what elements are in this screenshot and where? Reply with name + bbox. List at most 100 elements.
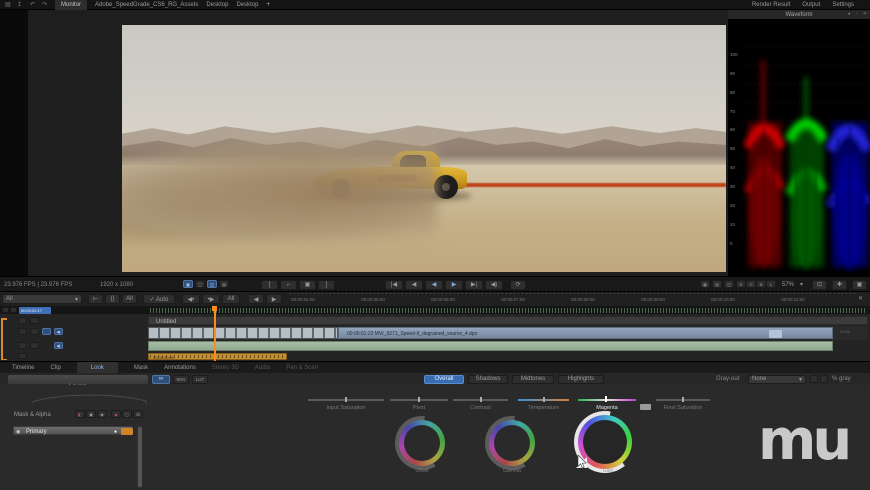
mark-in-button[interactable]: [ xyxy=(261,280,278,290)
range-tab-overall[interactable]: Overall xyxy=(424,375,464,384)
scroll-right-button[interactable]: ▶ xyxy=(266,294,282,304)
track2-audio-icon[interactable]: ◀) xyxy=(54,328,63,335)
scope-mode-1[interactable]: ▦ xyxy=(700,280,710,288)
scope-header[interactable]: Waveform ◂ ▫ ✕ xyxy=(728,10,870,20)
zoom-level[interactable]: 57% xyxy=(782,282,794,288)
grayout-opt-icon[interactable] xyxy=(810,375,818,383)
fit-view-button[interactable]: ⊡ xyxy=(812,280,827,290)
look-preview-button[interactable]: ∞ xyxy=(152,375,170,384)
audio-overview[interactable] xyxy=(150,308,866,313)
nav-range-button[interactable]: () xyxy=(105,294,120,304)
export-icon[interactable]: ↥ xyxy=(17,2,22,8)
layers-header[interactable]: Layers xyxy=(8,375,148,384)
slider-final-saturation[interactable]: Final Saturation xyxy=(656,399,710,413)
playhead[interactable] xyxy=(212,306,217,361)
tab-mask[interactable]: Mask xyxy=(134,365,148,371)
view-image-button[interactable]: ▨ xyxy=(219,280,229,288)
scope-close-icon[interactable]: ✕ xyxy=(863,12,867,17)
primary-layer-row[interactable]: ◉ Primary ● Input xyxy=(13,426,133,435)
slider-contrast[interactable]: Contrast xyxy=(453,399,508,413)
layers-scrollbar-thumb[interactable] xyxy=(138,427,142,487)
scope-dock-icon[interactable]: ▫ xyxy=(856,12,858,17)
scope-mode-2[interactable]: ▤ xyxy=(712,280,722,288)
nav-in-button[interactable]: ⊢ xyxy=(88,294,103,304)
view-single-button[interactable]: ◯ xyxy=(195,280,205,288)
audio-mute-button[interactable]: ◀) xyxy=(485,280,503,290)
current-timecode-box[interactable]: 00:00:02:17 xyxy=(19,307,51,314)
mark-frame-button[interactable]: ▣ xyxy=(299,280,316,290)
scope-prev-icon[interactable]: ◂ xyxy=(847,12,850,17)
play-reverse-button[interactable]: ◀ xyxy=(425,280,443,290)
track1-folder-icon[interactable] xyxy=(30,317,39,324)
strip-icon-1[interactable] xyxy=(2,307,9,313)
undo-icon[interactable]: ↶ xyxy=(30,2,35,8)
video-clip[interactable]: 00:00:01:23 MVI_9271_Speed-It_degrained_… xyxy=(338,327,833,339)
tab-desktop-2[interactable]: Desktop xyxy=(236,2,258,8)
tab-annotations[interactable]: Annotations xyxy=(164,365,196,371)
offset-wheel[interactable] xyxy=(395,416,449,470)
auto-toggle[interactable]: ✓ Auto xyxy=(143,294,175,304)
mask-tool-2[interactable]: ▣ xyxy=(86,410,96,418)
channel-r-button[interactable]: R xyxy=(736,280,746,288)
track2-visibility-icon[interactable] xyxy=(18,328,27,335)
range-tab-shadows[interactable]: Shadows xyxy=(468,375,508,384)
goto-in-button[interactable]: ⌐ xyxy=(280,280,297,290)
gamma-wheel[interactable] xyxy=(485,416,539,470)
range-tab-highlights[interactable]: Highlights xyxy=(558,375,604,384)
clip-thumbnails[interactable] xyxy=(148,327,338,339)
layer-eye-icon[interactable]: ◉ xyxy=(16,429,20,435)
goto-end-button[interactable]: ▶| xyxy=(465,280,483,290)
play-button[interactable]: ▶ xyxy=(445,280,463,290)
clip-filter-dropdown[interactable]: All ▾ xyxy=(2,294,82,304)
tab-render-result[interactable]: Render Result xyxy=(752,2,790,8)
slider-temperature[interactable]: Temperature xyxy=(518,399,569,413)
tab-settings[interactable]: Settings xyxy=(832,2,854,8)
range-tab-midtones[interactable]: Midtones xyxy=(512,375,554,384)
tab-desktop-1[interactable]: Desktop xyxy=(206,2,228,8)
mask-tool-6[interactable]: ⊞ xyxy=(133,410,143,418)
slider-input-saturation[interactable]: Input Saturation xyxy=(308,399,384,413)
scroll-left-button[interactable]: ◀ xyxy=(248,294,264,304)
mark-out-button[interactable]: ] xyxy=(318,280,335,290)
view-split-button[interactable]: ◫ xyxy=(207,280,217,288)
mask-tool-3[interactable]: ◉ xyxy=(97,410,107,418)
channel-l-button[interactable]: L xyxy=(766,280,776,288)
grayout-dropdown[interactable]: None ▾ xyxy=(748,375,806,384)
track3-folder-icon[interactable] xyxy=(30,342,39,349)
goto-start-button[interactable]: |◀ xyxy=(385,280,403,290)
show-all-button[interactable]: All xyxy=(222,294,240,304)
tab-monitor[interactable]: Monitor xyxy=(55,0,87,10)
layer-solo-dot[interactable]: ● xyxy=(114,429,117,435)
open-icon[interactable]: ▤ xyxy=(5,2,11,8)
mask-tool-1[interactable]: ◧ xyxy=(75,410,85,418)
track-name-row[interactable]: Untitled xyxy=(148,316,868,325)
ruler-close-icon[interactable]: ✕ xyxy=(858,296,863,302)
grade-clip[interactable]: 00:00:00:00 xyxy=(148,353,287,360)
pan-view-button[interactable]: ✚ xyxy=(832,280,847,290)
add-tab-button[interactable]: + xyxy=(266,2,270,8)
track3-audio-icon[interactable]: ◀) xyxy=(54,342,63,349)
scope-mode-3[interactable]: ◫ xyxy=(724,280,734,288)
track3-visibility-icon[interactable] xyxy=(18,342,27,349)
tab-clip[interactable]: Clip xyxy=(50,365,60,371)
look-half-button[interactable]: 50% xyxy=(173,375,189,384)
redo-icon[interactable]: ↷ xyxy=(42,2,47,8)
channel-b-button[interactable]: B xyxy=(756,280,766,288)
loop-button[interactable]: ⟳ xyxy=(510,280,526,290)
track2-folder-icon[interactable] xyxy=(30,328,39,335)
next-cut-button[interactable]: •▶ xyxy=(202,294,220,304)
layers-scrollbar[interactable] xyxy=(137,426,142,488)
strip-icon-2[interactable] xyxy=(10,307,17,313)
tab-timeline[interactable]: Timeline xyxy=(12,365,34,371)
mask-tool-5[interactable]: ▢ xyxy=(122,410,132,418)
tab-assets[interactable]: Adobe_SpeedGrade_CS6_RG_Assets xyxy=(95,2,198,8)
audio-track-row[interactable] xyxy=(148,341,833,351)
zoom-caret-icon[interactable]: ▾ xyxy=(800,282,803,288)
look-lut-button[interactable]: LUT xyxy=(192,375,208,384)
fullscreen-button[interactable]: ▣ xyxy=(852,280,867,290)
track1-visibility-icon[interactable] xyxy=(18,317,27,324)
ruler-tickline[interactable] xyxy=(290,293,856,294)
view-grid-button[interactable]: ▦ xyxy=(183,280,193,288)
mask-tool-4[interactable]: ◆ xyxy=(111,410,121,418)
prev-cut-button[interactable]: ◀• xyxy=(182,294,200,304)
